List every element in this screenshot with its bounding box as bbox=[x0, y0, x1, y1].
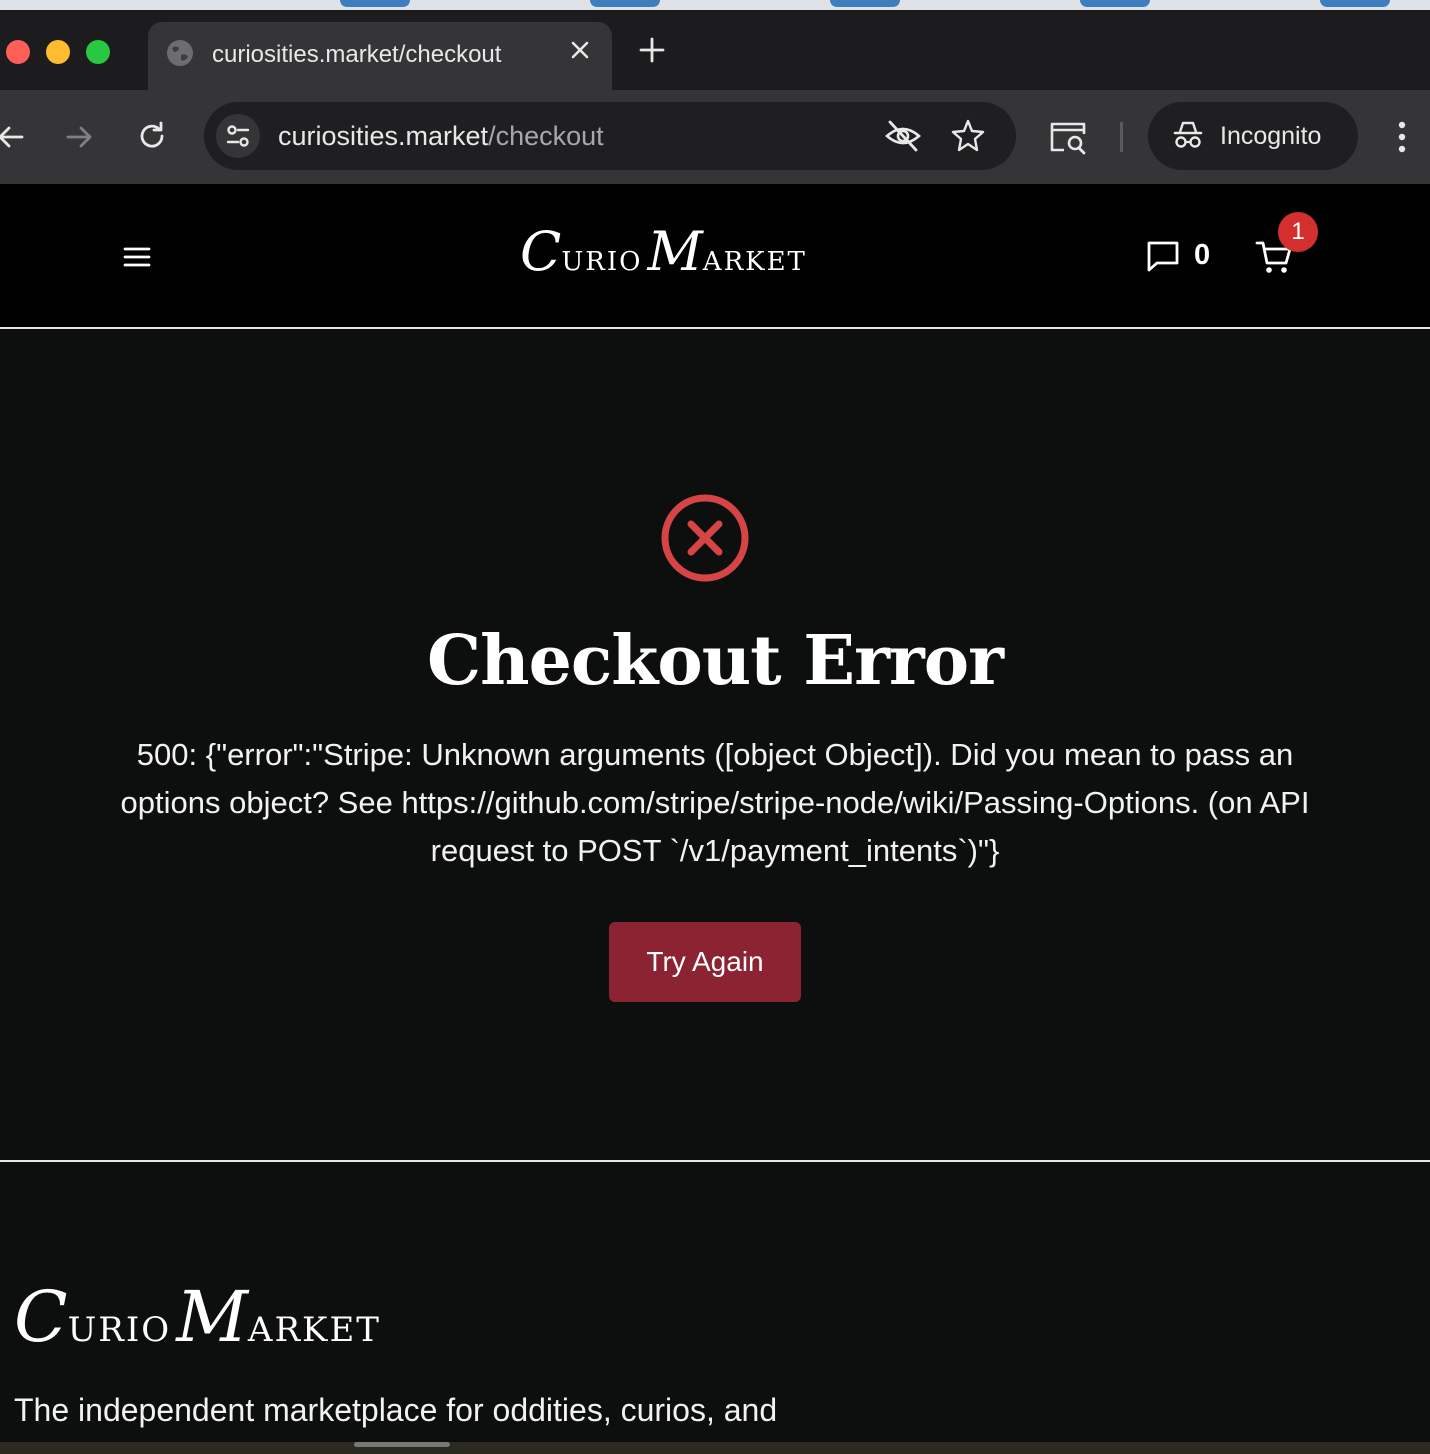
message-icon[interactable] bbox=[1144, 238, 1182, 274]
desktop-background-strip bbox=[0, 0, 1430, 10]
close-icon[interactable] bbox=[566, 36, 594, 64]
footer-logo[interactable]: CURIO MARKET bbox=[14, 1276, 381, 1358]
cart-count-badge: 1 bbox=[1278, 212, 1318, 252]
star-icon[interactable] bbox=[950, 118, 986, 154]
plus-icon[interactable] bbox=[636, 34, 668, 66]
url-path: /checkout bbox=[488, 121, 604, 151]
logo-word: ARKET bbox=[702, 247, 807, 277]
site-footer: CURIO MARKET The independent marketplace… bbox=[0, 1164, 1430, 1442]
tab-title: curiosities.market/checkout bbox=[212, 41, 502, 68]
back-arrow-icon[interactable] bbox=[0, 119, 30, 155]
try-again-button[interactable]: Try Again bbox=[609, 922, 801, 1002]
globe-icon bbox=[167, 40, 193, 66]
kebab-menu-icon[interactable] bbox=[1386, 118, 1418, 156]
site-settings-icon bbox=[226, 125, 250, 147]
logo-word: URIO bbox=[67, 1310, 172, 1350]
site-header: CURIO MARKET 0 1 bbox=[0, 184, 1430, 329]
site-logo[interactable]: CURIO MARKET bbox=[520, 220, 807, 283]
eye-off-icon[interactable] bbox=[884, 118, 922, 154]
logo-word: ARKET bbox=[247, 1310, 381, 1350]
window-close-button[interactable] bbox=[6, 40, 30, 64]
window-minimize-button[interactable] bbox=[46, 40, 70, 64]
browser-toolbar: curiosities.market/checkout Incognito bbox=[0, 90, 1430, 184]
error-message: 500: {"error":"Stripe: Unknown arguments… bbox=[120, 737, 1310, 868]
incognito-icon bbox=[1173, 121, 1203, 148]
logo-letter: C bbox=[14, 1276, 68, 1358]
scrollbar-thumb[interactable] bbox=[354, 1442, 450, 1447]
page-title: Checkout Error bbox=[427, 621, 1004, 701]
url-text[interactable]: curiosities.market/checkout bbox=[278, 121, 604, 152]
message-count: 0 bbox=[1194, 239, 1211, 271]
footer-tagline: The independent marketplace for oddities… bbox=[14, 1392, 778, 1428]
browser-tab-bar: curiosities.market/checkout bbox=[0, 10, 1430, 90]
address-bar[interactable]: curiosities.market/checkout bbox=[204, 102, 1016, 170]
logo-word: URIO bbox=[561, 247, 643, 277]
logo-letter: M bbox=[647, 220, 703, 283]
lens-icon[interactable] bbox=[1048, 118, 1088, 156]
checkout-error-section: Checkout Error 500: {"error":"Stripe: Un… bbox=[0, 329, 1430, 1162]
incognito-profile-button[interactable]: Incognito bbox=[1148, 102, 1358, 170]
forward-arrow-icon[interactable] bbox=[62, 119, 98, 155]
incognito-label: Incognito bbox=[1220, 122, 1322, 150]
logo-letter: C bbox=[520, 220, 562, 283]
desktop-bottom-strip bbox=[0, 1442, 1430, 1454]
logo-letter: M bbox=[176, 1276, 248, 1358]
x-circle-icon bbox=[661, 494, 749, 582]
site-settings-button[interactable] bbox=[216, 114, 260, 158]
toolbar-separator bbox=[1120, 122, 1123, 152]
hamburger-icon[interactable] bbox=[120, 240, 154, 274]
reload-icon[interactable] bbox=[134, 119, 170, 155]
url-host: curiosities.market bbox=[278, 121, 489, 151]
window-zoom-button[interactable] bbox=[86, 40, 110, 64]
browser-tab-active[interactable]: curiosities.market/checkout bbox=[148, 22, 612, 90]
